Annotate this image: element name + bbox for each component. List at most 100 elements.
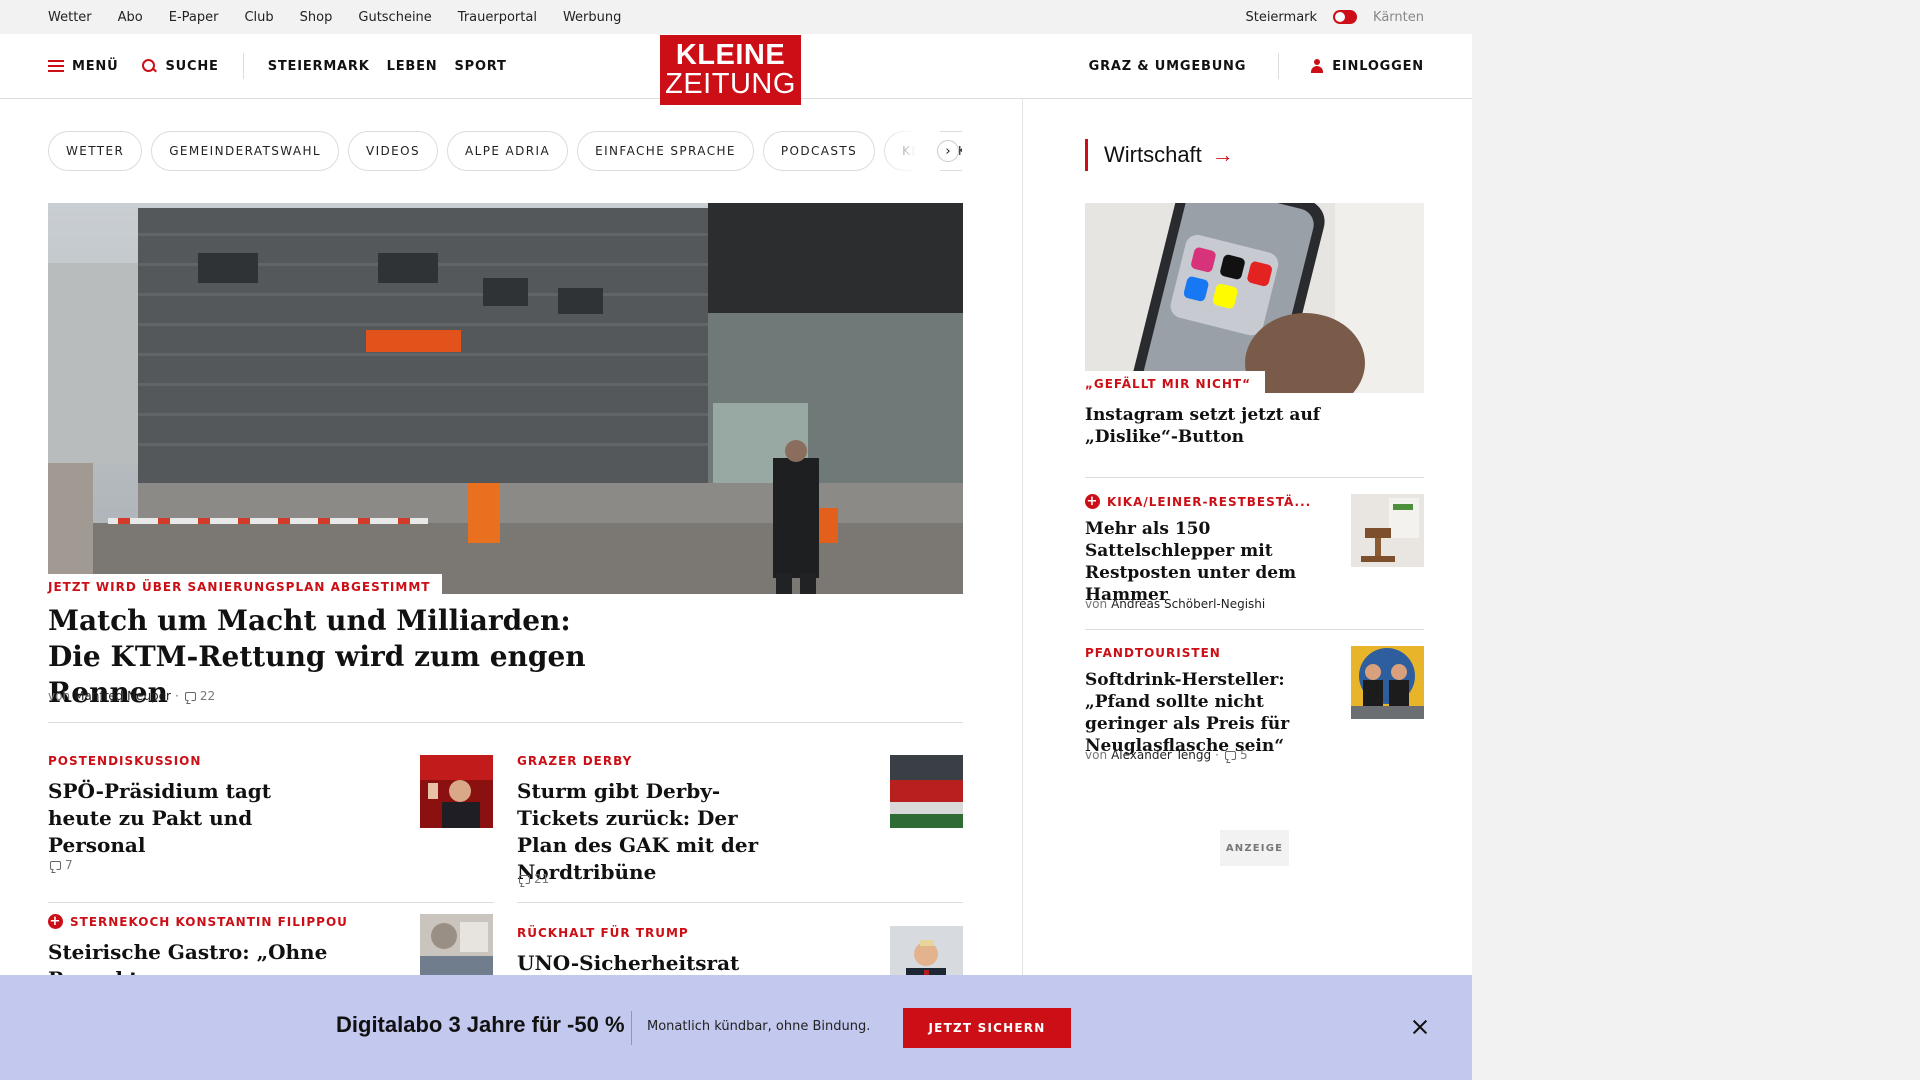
- page: Wetter Abo E-Paper Club Shop Gutscheine …: [0, 0, 1472, 1080]
- auction-photo: [1351, 494, 1424, 567]
- article-meta: 7: [48, 858, 73, 872]
- divider: [1085, 477, 1424, 478]
- divider: [48, 722, 963, 723]
- sidebar-item-byline: von Alexander Tengg · 5: [1085, 748, 1248, 762]
- comment-count[interactable]: 7: [65, 858, 73, 872]
- sidebar-item-thumbnail[interactable]: [1351, 494, 1424, 567]
- divider: [517, 902, 963, 903]
- chip-einfache-sprache[interactable]: EINFACHE SPRACHE: [577, 131, 754, 171]
- header-right: GRAZ & UMGEBUNG EINLOGGEN: [1089, 34, 1424, 98]
- search-button[interactable]: SUCHE: [142, 58, 219, 74]
- people-photo: [1351, 646, 1424, 719]
- sidebar-item-title[interactable]: Mehr als 150 Sattelschlepper mit Restpos…: [1085, 518, 1335, 606]
- sidebar-item-thumbnail[interactable]: [1351, 646, 1424, 719]
- main-nav: STEIERMARK LEBEN SPORT: [268, 59, 507, 74]
- utility-link-trauerportal[interactable]: Trauerportal: [458, 10, 537, 25]
- utility-link-abo[interactable]: Abo: [118, 10, 143, 25]
- nav-leben[interactable]: LEBEN: [387, 59, 438, 74]
- divider: [1085, 629, 1424, 630]
- hero-author[interactable]: Manfred Neuper: [74, 689, 171, 703]
- article-title[interactable]: Sturm gibt Derby-Tickets zurück: Der Pla…: [517, 778, 787, 886]
- article-kicker: STERNEKOCH KONSTANTIN FILIPPOU: [70, 914, 348, 929]
- comment-icon: [519, 874, 530, 884]
- factory-photo: [48, 203, 963, 594]
- article-card[interactable]: POSTENDISKUSSION SPÖ-Präsidium tagt heut…: [48, 754, 318, 859]
- sidebar-item-kicker: KIKA/LEINER-RESTBESTÄ...: [1107, 494, 1312, 509]
- promo-cta-button[interactable]: JETZT SICHERN: [903, 1008, 1071, 1048]
- chip-wetter[interactable]: WETTER: [48, 131, 143, 171]
- politician-photo: [420, 755, 493, 828]
- utility-link-club[interactable]: Club: [244, 10, 273, 25]
- chips-fade: [880, 131, 940, 171]
- phone-photo: [1085, 203, 1424, 393]
- chip-videos[interactable]: VIDEOS: [347, 131, 439, 171]
- promo-divider: [631, 1011, 632, 1045]
- utility-links: Wetter Abo E-Paper Club Shop Gutscheine …: [48, 0, 621, 34]
- byline-prefix: von: [1085, 597, 1108, 611]
- article-kicker: POSTENDISKUSSION: [48, 754, 202, 768]
- header-left: MENÜ SUCHE STEIERMARK LEBEN SPORT: [48, 34, 507, 98]
- sidebar-item-title[interactable]: Softdrink-Hersteller: „Pfand sollte nich…: [1085, 669, 1340, 757]
- main-header: MENÜ SUCHE STEIERMARK LEBEN SPORT KLEINE…: [0, 34, 1472, 105]
- search-label: SUCHE: [165, 58, 219, 74]
- chip-gemeinderatswahl[interactable]: GEMEINDERATSWAHL: [151, 131, 339, 171]
- byline-prefix: von: [1085, 748, 1108, 762]
- sidebar-item-author[interactable]: Andreas Schöberl-Negishi: [1111, 597, 1265, 611]
- header-divider-right: [1278, 53, 1280, 79]
- section-title-wirtschaft[interactable]: Wirtschaft →: [1085, 139, 1234, 171]
- topic-chips: WETTER GEMEINDERATSWAHL VIDEOS ALPE ADRI…: [48, 131, 962, 171]
- region-steiermark[interactable]: Steiermark: [1245, 10, 1317, 25]
- chip-podcasts[interactable]: PODCASTS: [762, 131, 876, 171]
- utility-bar: Wetter Abo E-Paper Club Shop Gutscheine …: [0, 0, 1472, 34]
- region-toggle[interactable]: [1333, 10, 1358, 24]
- sidebar-top-kicker: „GEFÄLLT MIR NICHT“: [1085, 371, 1265, 395]
- chip-alpe-adria[interactable]: ALPE ADRIA: [447, 131, 569, 171]
- page-gutter: [1472, 0, 1920, 1080]
- hero-comment-count[interactable]: 22: [200, 689, 215, 703]
- hero-image[interactable]: [48, 203, 963, 594]
- promo-headline: Digitalabo 3 Jahre für -50 %: [336, 1012, 625, 1037]
- comment-count[interactable]: 21: [534, 872, 549, 886]
- sidebar-top-title[interactable]: Instagram setzt jetzt auf „Dislike“-Butt…: [1085, 404, 1345, 448]
- comment-icon: [50, 860, 61, 870]
- utility-link-gutscheine[interactable]: Gutscheine: [358, 10, 431, 25]
- utility-link-epaper[interactable]: E-Paper: [169, 10, 219, 25]
- utility-link-wetter[interactable]: Wetter: [48, 10, 92, 25]
- article-thumbnail[interactable]: [890, 755, 963, 828]
- search-icon: [142, 58, 157, 74]
- sidebar-item-author[interactable]: Alexander Tengg: [1111, 748, 1211, 762]
- region-link[interactable]: GRAZ & UMGEBUNG: [1089, 59, 1247, 74]
- column-divider: [1022, 99, 1023, 979]
- article-card[interactable]: GRAZER DERBY Sturm gibt Derby-Tickets zu…: [517, 754, 787, 886]
- login-button[interactable]: EINLOGGEN: [1311, 59, 1424, 74]
- chips-next-button[interactable]: ›: [937, 140, 959, 162]
- logo-line-2: ZEITUNG: [665, 68, 796, 100]
- menu-button[interactable]: MENÜ: [48, 59, 118, 74]
- user-icon: [1311, 59, 1324, 73]
- article-kicker: GRAZER DERBY: [517, 754, 633, 768]
- logo-line-1: KLEINE: [675, 39, 786, 71]
- article-title[interactable]: SPÖ-Präsidium tagt heute zu Pakt und Per…: [48, 778, 318, 859]
- region-switch: Steiermark Kärnten: [1245, 0, 1424, 34]
- utility-link-shop[interactable]: Shop: [300, 10, 333, 25]
- comment-icon: [1224, 750, 1236, 760]
- article-thumbnail[interactable]: [420, 755, 493, 828]
- comment-count[interactable]: 5: [1240, 748, 1248, 762]
- ad-label: ANZEIGE: [1220, 830, 1289, 866]
- nav-sport[interactable]: SPORT: [454, 59, 506, 74]
- close-icon[interactable]: [1409, 1016, 1431, 1038]
- promo-subline: Monatlich kündbar, ohne Bindung.: [647, 1019, 871, 1034]
- byline-sep: ·: [1215, 748, 1219, 762]
- site-logo[interactable]: KLEINE ZEITUNG: [660, 35, 801, 105]
- hero-byline: von Manfred Neuper · 22: [48, 689, 215, 703]
- article-meta: 21: [517, 872, 549, 886]
- divider: [48, 902, 494, 903]
- menu-label: MENÜ: [72, 58, 119, 74]
- sidebar-top-image[interactable]: [1085, 203, 1424, 393]
- hamburger-icon: [48, 60, 64, 72]
- sidebar-item-kicker: PFANDTOURISTEN: [1085, 646, 1221, 660]
- nav-steiermark[interactable]: STEIERMARK: [268, 59, 370, 74]
- sidebar-item-kicker-wrap: + KIKA/LEINER-RESTBESTÄ...: [1085, 494, 1311, 509]
- region-kaernten[interactable]: Kärnten: [1373, 10, 1424, 25]
- utility-link-werbung[interactable]: Werbung: [563, 10, 621, 25]
